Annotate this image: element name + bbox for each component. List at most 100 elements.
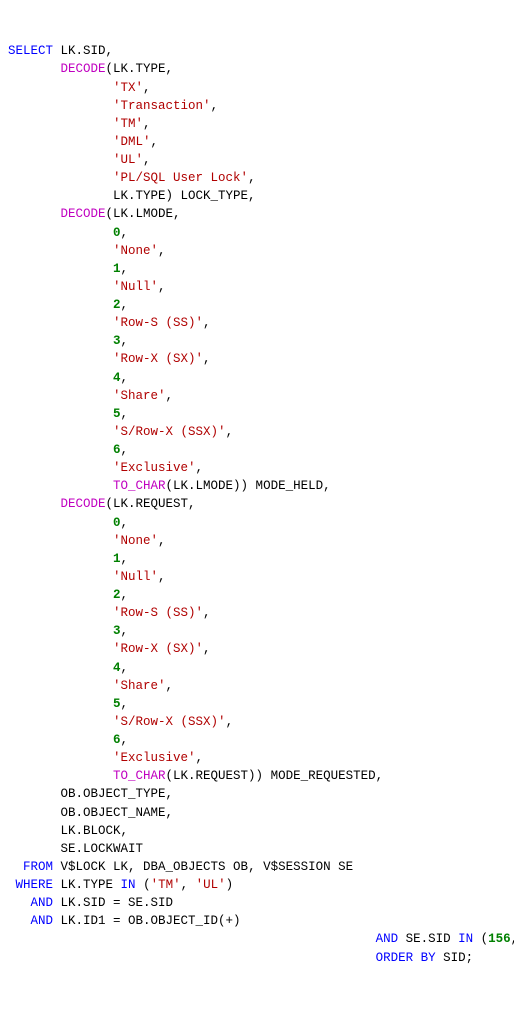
str-literal: 'Null' [113, 570, 158, 584]
pad [8, 679, 113, 693]
pad [8, 661, 113, 675]
comma: , [166, 679, 174, 693]
expr: LK.SID = SE.SID [53, 896, 173, 910]
pad [8, 334, 113, 348]
comma: , [121, 334, 129, 348]
pad [8, 153, 113, 167]
pad [8, 697, 113, 711]
pad [8, 389, 113, 403]
expr: V$LOCK LK, DBA_OBJECTS OB, V$SESSION SE [53, 860, 353, 874]
num-literal: 6 [113, 733, 121, 747]
str-literal: 'Null' [113, 280, 158, 294]
pad [8, 896, 31, 910]
fn-decode: DECODE [61, 207, 106, 221]
num-literal: 2 [113, 298, 121, 312]
kw-and: AND [31, 896, 54, 910]
pad [8, 262, 113, 276]
pad [8, 135, 113, 149]
sql-code-block: SELECT LK.SID, DECODE ( LK.TYPE, 'TX', 'Tr… [8, 42, 506, 966]
pad [8, 642, 113, 656]
expr: (LK.LMODE)) MODE_HELD, [166, 479, 331, 493]
str-literal: 'S/Row-X (SSX)' [113, 715, 226, 729]
pad [8, 207, 61, 221]
paren: ( [473, 932, 488, 946]
str-literal: 'Transaction' [113, 99, 211, 113]
expr: LK.SID, [53, 44, 113, 58]
expr: SE.LOCKWAIT [61, 842, 144, 856]
comma: , [158, 244, 166, 258]
str-literal: 'PL/SQL User Lock' [113, 171, 248, 185]
str-literal: 'UL' [113, 153, 143, 167]
expr: LK.TYPE) LOCK_TYPE, [113, 189, 256, 203]
comma: , [203, 606, 211, 620]
pad [8, 189, 113, 203]
kw-select: SELECT [8, 44, 53, 58]
str-literal: 'None' [113, 244, 158, 258]
pad [8, 371, 113, 385]
comma: , [121, 697, 129, 711]
comma: , [143, 81, 151, 95]
str-literal: 'Row-S (SS)' [113, 606, 203, 620]
num-literal: 5 [113, 407, 121, 421]
str-literal: 'None' [113, 534, 158, 548]
fn-tochar: TO_CHAR [113, 769, 166, 783]
pad [8, 244, 113, 258]
num-literal: 2 [113, 588, 121, 602]
pad [8, 588, 113, 602]
comma: , [121, 262, 129, 276]
fn-decode: DECODE [61, 497, 106, 511]
num-literal: 1 [113, 262, 121, 276]
comma: , [203, 316, 211, 330]
comma: , [203, 642, 211, 656]
str-literal: 'Exclusive' [113, 751, 196, 765]
pad [8, 751, 113, 765]
str-literal: 'Row-X (SX)' [113, 352, 203, 366]
str-literal: 'Exclusive' [113, 461, 196, 475]
str-literal: 'DML' [113, 135, 151, 149]
str-literal: 'UL' [196, 878, 226, 892]
expr: OB.OBJECT_NAME, [61, 806, 174, 820]
expr: (LK.LMODE, [106, 207, 181, 221]
num-literal: 4 [113, 661, 121, 675]
comma: , [121, 624, 129, 638]
pad [8, 461, 113, 475]
str-literal: 'TM' [113, 117, 143, 131]
comma: , [121, 552, 129, 566]
comma: , [121, 371, 129, 385]
comma: , [248, 171, 256, 185]
pad [8, 624, 113, 638]
expr: (LK.REQUEST, [106, 497, 196, 511]
str-literal: 'TX' [113, 81, 143, 95]
pad [8, 316, 113, 330]
pad [8, 117, 113, 131]
pad [8, 226, 113, 240]
kw-orderby: ORDER BY [376, 951, 436, 965]
pad [8, 352, 113, 366]
kw-in: IN [121, 878, 136, 892]
pad [8, 932, 376, 946]
comma: , [121, 516, 129, 530]
fn-decode: DECODE [61, 62, 106, 76]
pad [8, 497, 61, 511]
comma: , [158, 534, 166, 548]
comma: , [121, 298, 129, 312]
comma: , [196, 461, 204, 475]
expr: (LK.REQUEST)) MODE_REQUESTED, [166, 769, 384, 783]
comma: , [121, 588, 129, 602]
comma: , [158, 280, 166, 294]
num-literal: 0 [113, 516, 121, 530]
expr: LK.TYPE [53, 878, 121, 892]
comma: , [121, 226, 129, 240]
pad [8, 99, 113, 113]
comma: , [511, 932, 514, 946]
pad [8, 407, 113, 421]
pad [8, 570, 113, 584]
str-literal: 'Row-X (SX)' [113, 642, 203, 656]
comma: , [166, 389, 174, 403]
comma: , [211, 99, 219, 113]
num-literal: 5 [113, 697, 121, 711]
kw-from: FROM [23, 860, 53, 874]
pad [8, 443, 113, 457]
str-literal: 'S/Row-X (SSX)' [113, 425, 226, 439]
kw-and: AND [376, 932, 399, 946]
